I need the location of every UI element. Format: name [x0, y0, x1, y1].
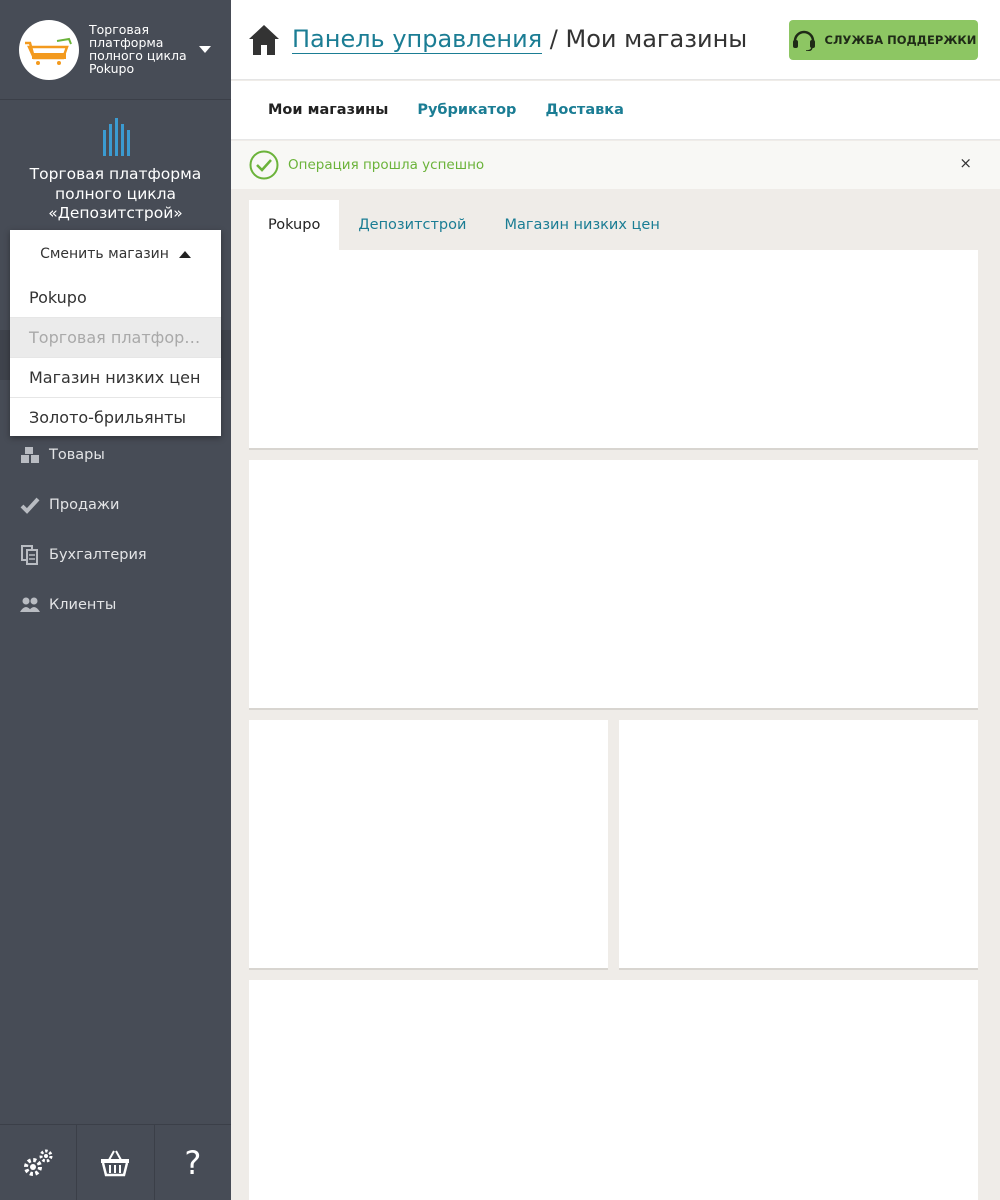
- close-icon[interactable]: ×: [959, 154, 972, 172]
- users-icon: [20, 595, 40, 615]
- sidebar-item-label: Продажи: [49, 497, 120, 513]
- success-alert: Операция прошла успешно ×: [231, 141, 1000, 189]
- breadcrumb-separator: /: [542, 25, 566, 53]
- headset-icon: [792, 30, 815, 51]
- dropdown-item-pokupo[interactable]: Pokupo: [10, 278, 221, 318]
- sidebar-item-label: Товары: [49, 447, 105, 463]
- home-icon[interactable]: [248, 23, 280, 57]
- tab-low-prices[interactable]: Магазин низких цен: [485, 200, 678, 250]
- tab-depozitstroy[interactable]: Депозитстрой: [339, 200, 485, 250]
- brand-switcher[interactable]: Торговая платформа полного цикла Pokupo: [0, 0, 231, 100]
- store-title: Торговая платформа полного цикла «Депози…: [29, 165, 202, 222]
- current-store: Торговая платформа полного цикла «Депози…: [0, 100, 231, 230]
- sidebar-item-clients[interactable]: Клиенты: [0, 580, 231, 630]
- sidebar-item-sales[interactable]: Продажи: [0, 480, 231, 530]
- content-panel-2: [249, 460, 978, 710]
- dropdown-header[interactable]: Сменить магазин: [10, 230, 221, 278]
- sidebar-toolbar: ?: [0, 1124, 231, 1200]
- store-switch-dropdown: Сменить магазин Pokupo Торговая платформ…: [10, 230, 221, 436]
- checkmark-icon: [20, 495, 40, 515]
- sidebar-item-label: Бухгалтерия: [49, 547, 147, 563]
- basket-button[interactable]: [77, 1125, 155, 1200]
- sub-navigation: Мои магазины Рубрикатор Доставка: [231, 81, 1000, 140]
- dropdown-item-depozitstroy[interactable]: Торговая платформа полного цикла «Депози…: [10, 318, 221, 358]
- page-title: Мои магазины: [565, 25, 748, 53]
- dropdown-header-label: Сменить магазин: [40, 246, 169, 262]
- support-button[interactable]: СЛУЖБА ПОДДЕРЖКИ: [789, 20, 978, 60]
- caret-down-icon[interactable]: [199, 46, 211, 53]
- content-panel-1: [249, 250, 978, 450]
- content-panel-3: [249, 720, 608, 970]
- breadcrumb: Панель управления / Мои магазины: [292, 25, 748, 54]
- caret-up-icon: [178, 250, 191, 258]
- success-check-icon: [249, 150, 279, 180]
- settings-button[interactable]: [0, 1125, 78, 1200]
- dropdown-item-gold-diamonds[interactable]: Золото-брильянты: [10, 398, 221, 438]
- basket-icon: [101, 1150, 130, 1176]
- top-header: Панель управления / Мои магазины СЛУЖБА …: [231, 0, 1000, 80]
- help-icon: ?: [184, 1143, 202, 1182]
- sidebar-nav: Товары Продажи Бухгалтерия Клиенты: [0, 430, 231, 630]
- sidebar-item-accounting[interactable]: Бухгалтерия: [0, 530, 231, 580]
- subnav-delivery[interactable]: Доставка: [545, 102, 623, 118]
- dropdown-item-low-prices[interactable]: Магазин низких цен: [10, 358, 221, 398]
- sidebar: Торговая платформа полного цикла Pokupo …: [0, 0, 231, 1200]
- breadcrumb-dashboard-link[interactable]: Панель управления: [292, 25, 543, 54]
- content-panel-4: [619, 720, 978, 970]
- pokupo-logo: [19, 20, 79, 80]
- boxes-icon: [20, 445, 40, 465]
- content-panel-5: [249, 980, 978, 1200]
- help-button[interactable]: ?: [155, 1125, 231, 1200]
- tab-pokupo[interactable]: Pokupo: [249, 200, 340, 250]
- store-logo-icon: [103, 118, 130, 156]
- store-tabs: Pokupo Депозитстрой Магазин низких цен: [249, 200, 679, 250]
- alert-message: Операция прошла успешно: [288, 157, 485, 173]
- support-button-label: СЛУЖБА ПОДДЕРЖКИ: [824, 33, 977, 47]
- sidebar-item-label: Клиенты: [49, 597, 117, 613]
- gears-icon: [24, 1149, 53, 1176]
- subnav-my-stores[interactable]: Мои магазины: [268, 102, 388, 118]
- subnav-rubricator[interactable]: Рубрикатор: [417, 102, 516, 118]
- brand-name: Торговая платформа полного цикла Pokupo: [89, 22, 187, 76]
- documents-icon: [20, 545, 40, 565]
